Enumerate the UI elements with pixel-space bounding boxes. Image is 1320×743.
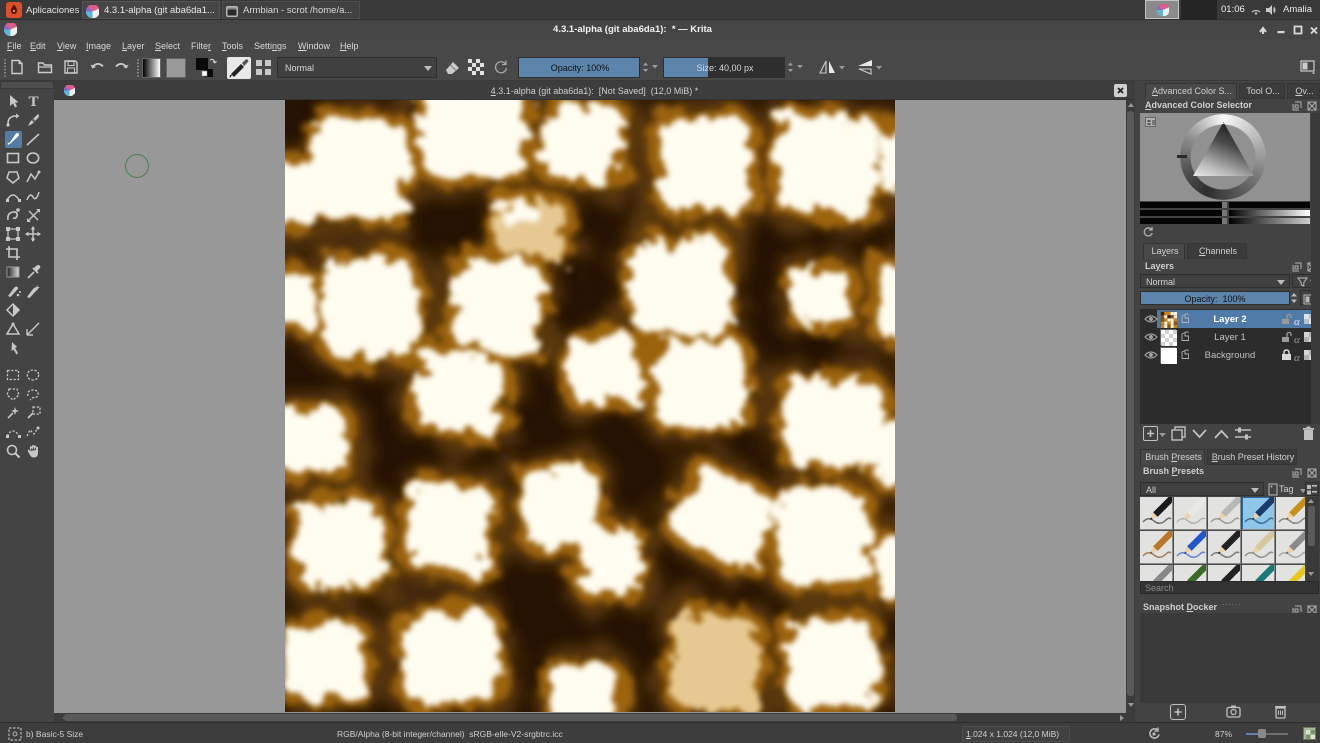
svg-text:T: T bbox=[28, 94, 38, 110]
